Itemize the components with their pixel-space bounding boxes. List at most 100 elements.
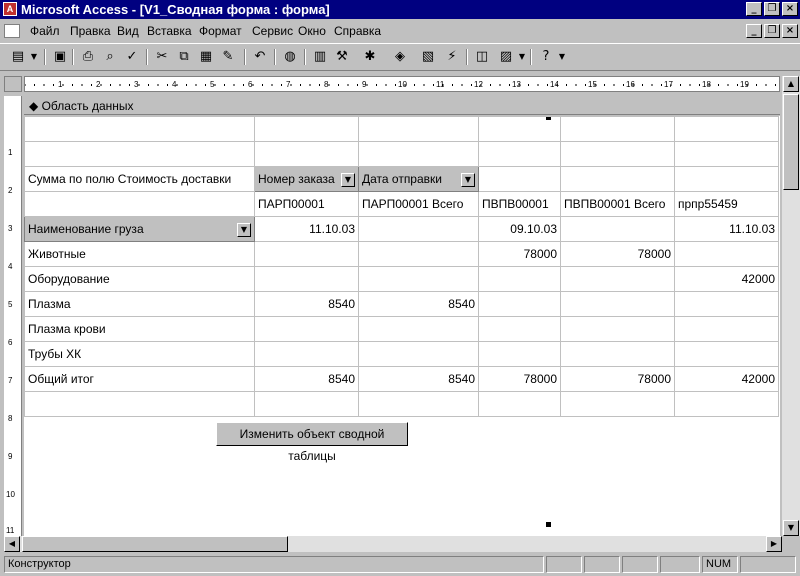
row-label: Животные bbox=[24, 241, 255, 267]
menu-file[interactable]: Файл bbox=[30, 24, 60, 38]
vertical-scrollbar[interactable]: ▲ ▼ bbox=[782, 76, 800, 536]
pivot-cell bbox=[358, 391, 479, 417]
toolbox-icon[interactable]: ⚒ bbox=[332, 48, 352, 66]
edit-pivot-object-button[interactable]: Изменить объект сводной таблицы bbox=[216, 422, 408, 463]
database-window-icon[interactable]: ◫ bbox=[472, 48, 492, 66]
pivot-cell bbox=[24, 116, 255, 142]
menu-view[interactable]: Вид bbox=[117, 24, 139, 38]
doc-minimize-button[interactable]: _ bbox=[746, 24, 762, 38]
dropdown-arrow-icon[interactable]: ▼ bbox=[341, 172, 355, 187]
date-header: 11.10.03 bbox=[254, 216, 359, 242]
value-cell bbox=[358, 316, 479, 342]
ruler-number: 7 bbox=[286, 80, 291, 89]
print-icon[interactable]: ⎙ bbox=[78, 48, 98, 66]
code-icon[interactable]: ◈ bbox=[390, 48, 410, 66]
menu-bar: Файл Правка Вид Вставка Формат Сервис Ок… bbox=[0, 21, 800, 41]
ruler-number: 17 bbox=[664, 80, 673, 89]
column-header: ПАРП00001 Всего bbox=[358, 191, 479, 217]
view-icon[interactable]: ▤ bbox=[8, 48, 28, 66]
value-cell bbox=[674, 241, 779, 267]
properties-icon[interactable]: ▧ bbox=[418, 48, 438, 66]
selection-handle[interactable] bbox=[546, 522, 551, 527]
close-button[interactable]: × bbox=[782, 2, 798, 16]
toolbar-separator bbox=[244, 49, 246, 65]
menu-insert[interactable]: Вставка bbox=[147, 24, 192, 38]
table-row: Животные 78000 78000 bbox=[24, 241, 779, 267]
horizontal-ruler[interactable]: 1 2 3 4 5 6 7 8 9 10 11 12 13 14 15 16 1… bbox=[24, 76, 780, 92]
spelling-icon[interactable]: ✓ bbox=[122, 48, 142, 66]
value-cell bbox=[254, 241, 359, 267]
dropdown-arrow-icon[interactable]: ▼ bbox=[237, 222, 251, 237]
vertical-ruler[interactable]: 1 2 3 4 5 6 7 8 9 10 11 bbox=[4, 96, 22, 536]
pivot-table[interactable]: Сумма по полю Стоимость доставки Номер з… bbox=[24, 116, 779, 417]
ruler-corner[interactable] bbox=[4, 76, 22, 92]
pivot-cell bbox=[560, 116, 675, 142]
doc-restore-button[interactable]: ❐ bbox=[764, 24, 780, 38]
row-label: Трубы ХК bbox=[24, 341, 255, 367]
scroll-left-icon[interactable]: ◀ bbox=[4, 536, 20, 552]
build-icon[interactable]: ⚡ bbox=[442, 48, 462, 66]
data-field-label[interactable]: Сумма по полю Стоимость доставки bbox=[24, 166, 255, 192]
horizontal-scroll-thumb[interactable] bbox=[22, 536, 288, 552]
copy-icon[interactable]: ⧉ bbox=[174, 48, 194, 66]
ruler-number: 18 bbox=[702, 80, 711, 89]
total-cell: 8540 bbox=[358, 366, 479, 392]
column-header: ПВПВ00001 Всего bbox=[560, 191, 675, 217]
scroll-up-icon[interactable]: ▲ bbox=[783, 76, 799, 92]
dropdown-arrow-icon[interactable]: ▼ bbox=[461, 172, 475, 187]
autoformat-icon[interactable]: ✱ bbox=[360, 48, 380, 66]
menu-tools[interactable]: Сервис bbox=[252, 24, 293, 38]
save-icon[interactable]: ▣ bbox=[50, 48, 70, 66]
cut-icon[interactable]: ✂ bbox=[152, 48, 172, 66]
menu-format[interactable]: Формат bbox=[199, 24, 242, 38]
ruler-number: 3 bbox=[8, 224, 13, 233]
section-glyph-icon: ◆ bbox=[29, 99, 39, 113]
help-icon[interactable]: ? bbox=[536, 48, 556, 66]
undo-icon[interactable]: ↶ bbox=[250, 48, 270, 66]
access-app-icon[interactable]: A bbox=[3, 2, 17, 16]
row-label: Плазма крови bbox=[24, 316, 255, 342]
toolbar: ▤ ▼ ▣ ⎙ ⌕ ✓ ✂ ⧉ ▦ ✎ ↶ ◍ ▥ ⚒ ✱ ◈ ▧ ⚡ ◫ ▨ … bbox=[0, 43, 800, 71]
hyperlink-icon[interactable]: ◍ bbox=[280, 48, 300, 66]
ruler-number: 15 bbox=[588, 80, 597, 89]
new-object-icon[interactable]: ▨ bbox=[496, 48, 516, 66]
doc-close-button[interactable]: × bbox=[782, 24, 798, 38]
print-preview-icon[interactable]: ⌕ bbox=[100, 48, 120, 66]
column-header: ПАРП00001 bbox=[254, 191, 359, 217]
field-list-icon[interactable]: ▥ bbox=[310, 48, 330, 66]
menu-edit[interactable]: Правка bbox=[70, 24, 111, 38]
toolbar-options-icon[interactable]: ▼ bbox=[556, 48, 568, 66]
vertical-scroll-thumb[interactable] bbox=[783, 94, 799, 190]
minimize-button[interactable]: _ bbox=[746, 2, 762, 16]
table-row: Сумма по полю Стоимость доставки Номер з… bbox=[24, 166, 779, 192]
pivot-cell bbox=[674, 141, 779, 167]
column-field-order-number[interactable]: Номер заказа ▼ bbox=[254, 166, 359, 192]
value-cell bbox=[674, 341, 779, 367]
title-bar: A Microsoft Access - [V1_Сводная форма :… bbox=[0, 0, 800, 19]
form-window-icon[interactable] bbox=[4, 24, 20, 38]
row-field-cargo-name[interactable]: Наименование груза ▼ bbox=[24, 216, 255, 242]
format-painter-icon[interactable]: ✎ bbox=[218, 48, 238, 66]
menu-window[interactable]: Окно bbox=[298, 24, 326, 38]
new-object-dropdown-icon[interactable]: ▼ bbox=[516, 48, 528, 66]
menu-help[interactable]: Справка bbox=[334, 24, 381, 38]
value-cell: 42000 bbox=[674, 266, 779, 292]
toolbar-separator bbox=[304, 49, 306, 65]
status-panel bbox=[622, 556, 658, 573]
column-field-ship-date[interactable]: Дата отправки ▼ bbox=[358, 166, 479, 192]
view-dropdown-icon[interactable]: ▼ bbox=[28, 48, 40, 66]
ruler-number: 9 bbox=[362, 80, 367, 89]
value-cell bbox=[560, 316, 675, 342]
scroll-down-icon[interactable]: ▼ bbox=[783, 520, 799, 536]
restore-button[interactable]: ❐ bbox=[764, 2, 780, 16]
detail-section-header[interactable]: ◆ Область данных bbox=[24, 97, 780, 115]
form-design-canvas[interactable]: Сумма по полю Стоимость доставки Номер з… bbox=[24, 116, 780, 536]
ruler-number: 14 bbox=[550, 80, 559, 89]
scroll-right-icon[interactable]: ▶ bbox=[766, 536, 782, 552]
horizontal-scrollbar[interactable]: ◀ ▶ bbox=[4, 536, 782, 552]
toolbar-separator bbox=[530, 49, 532, 65]
paste-icon[interactable]: ▦ bbox=[196, 48, 216, 66]
status-panel bbox=[660, 556, 700, 573]
status-panel bbox=[584, 556, 620, 573]
value-cell: 78000 bbox=[478, 241, 561, 267]
